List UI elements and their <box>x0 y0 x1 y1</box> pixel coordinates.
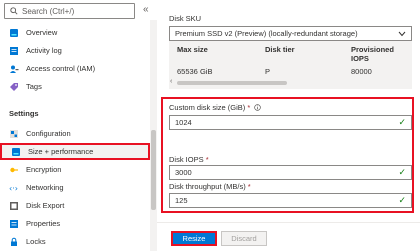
search-icon <box>10 7 18 15</box>
disk-sku-value: Premium SSD v2 (Preview) (locally-redund… <box>175 29 358 38</box>
disk-throughput-value: 125 <box>175 196 188 205</box>
chevron-down-icon <box>398 31 406 36</box>
disk-sku-label: Disk SKU <box>169 14 202 23</box>
networking-icon: ‹·› <box>9 183 19 193</box>
sidebar-item-access-control[interactable]: Access control (IAM) <box>0 60 150 77</box>
sidebar-item-label: Locks <box>26 237 46 246</box>
disk-icon <box>9 28 19 38</box>
settings-section-label: Settings <box>9 109 39 118</box>
sidebar-item-label: Properties <box>26 219 61 228</box>
check-icon: ✓ <box>398 167 406 177</box>
column-header-disk-tier: Disk tier <box>265 45 295 54</box>
column-header-max-size: Max size <box>177 45 208 54</box>
disk-throughput-input[interactable]: 125 ✓ <box>169 193 412 208</box>
sidebar-item-properties[interactable]: Properties <box>0 215 150 232</box>
iam-icon <box>9 64 19 74</box>
svg-text:‹·›: ‹·› <box>9 184 18 193</box>
resize-button[interactable]: Resize <box>171 231 217 246</box>
sidebar-item-label: Configuration <box>26 129 71 138</box>
sidebar-item-label: Disk Export <box>26 201 65 210</box>
custom-disk-size-input[interactable]: 1024 ✓ <box>169 115 412 130</box>
disk-iops-label: Disk IOPS * <box>169 155 209 164</box>
sidebar-item-label: Tags <box>26 82 42 91</box>
required-marker: * <box>205 155 209 164</box>
properties-icon <box>9 219 19 229</box>
lock-icon <box>9 237 19 247</box>
discard-button[interactable]: Discard <box>221 231 267 246</box>
search-placeholder: Search (Ctrl+/) <box>22 6 75 16</box>
table-horizontal-scrollbar[interactable]: ‹ <box>169 78 412 87</box>
search-input[interactable]: Search (Ctrl+/) <box>4 3 135 19</box>
sidebar-item-tags[interactable]: Tags <box>0 78 150 95</box>
cell-max-size: 65536 GiB <box>177 67 213 76</box>
disk-throughput-label: Disk throughput (MB/s) * <box>169 182 251 191</box>
custom-disk-size-label-text: Custom disk size (GiB) <box>169 103 246 112</box>
info-icon[interactable] <box>254 104 262 111</box>
activity-log-icon <box>9 46 19 56</box>
check-icon: ✓ <box>398 195 406 205</box>
size-performance-pane: Disk SKU Premium SSD v2 (Preview) (local… <box>157 0 420 251</box>
left-navigation: Search (Ctrl+/) « Overview Activity log … <box>0 0 157 251</box>
sidebar-item-networking[interactable]: ‹·› Networking <box>0 179 150 196</box>
disk-iops-input[interactable]: 3000 ✓ <box>169 165 412 180</box>
footer-divider <box>157 222 420 223</box>
scroll-left-icon[interactable]: ‹ <box>170 78 172 85</box>
sidebar-item-label: Activity log <box>26 46 62 55</box>
disk-iops-label-text: Disk IOPS <box>169 155 204 164</box>
configuration-icon <box>9 129 19 139</box>
column-header-provisioned-iops: Provisioned IOPS <box>351 45 394 63</box>
size-performance-icon <box>11 147 21 157</box>
custom-disk-size-value: 1024 <box>175 118 192 127</box>
custom-disk-size-label: Custom disk size (GiB) * <box>169 103 262 112</box>
table-scrollbar-thumb[interactable] <box>177 81 287 85</box>
disk-throughput-label-text: Disk throughput (MB/s) <box>169 182 246 191</box>
disk-export-icon <box>9 201 19 211</box>
sidebar-item-label: Networking <box>26 183 64 192</box>
sidebar-item-label: Size + performance <box>28 147 94 156</box>
sidebar-item-label: Encryption <box>26 165 62 174</box>
required-marker: * <box>247 103 251 112</box>
sidebar-item-activity-log[interactable]: Activity log <box>0 42 150 59</box>
cell-provisioned-iops: 80000 <box>351 67 372 76</box>
check-icon: ✓ <box>398 117 406 127</box>
sidebar-item-overview[interactable]: Overview <box>0 24 150 41</box>
sidebar-item-encryption[interactable]: Encryption <box>0 161 150 178</box>
sidebar-item-label: Overview <box>26 28 58 37</box>
sidebar-item-disk-export[interactable]: Disk Export <box>0 197 150 214</box>
sidebar-item-size-performance[interactable]: Size + performance <box>0 143 150 160</box>
required-marker: * <box>247 182 251 191</box>
key-icon <box>9 165 19 175</box>
cell-disk-tier: P <box>265 67 271 76</box>
disk-iops-value: 3000 <box>175 168 192 177</box>
tag-icon <box>9 82 19 92</box>
sidebar-item-label: Access control (IAM) <box>26 64 96 73</box>
sidebar-item-configuration[interactable]: Configuration <box>0 125 150 142</box>
disk-sku-dropdown[interactable]: Premium SSD v2 (Preview) (locally-redund… <box>169 26 412 41</box>
sidebar-scrollbar-thumb[interactable] <box>151 130 156 210</box>
collapse-sidebar-button[interactable]: « <box>143 4 149 15</box>
sidebar-item-locks[interactable]: Locks <box>0 233 150 250</box>
